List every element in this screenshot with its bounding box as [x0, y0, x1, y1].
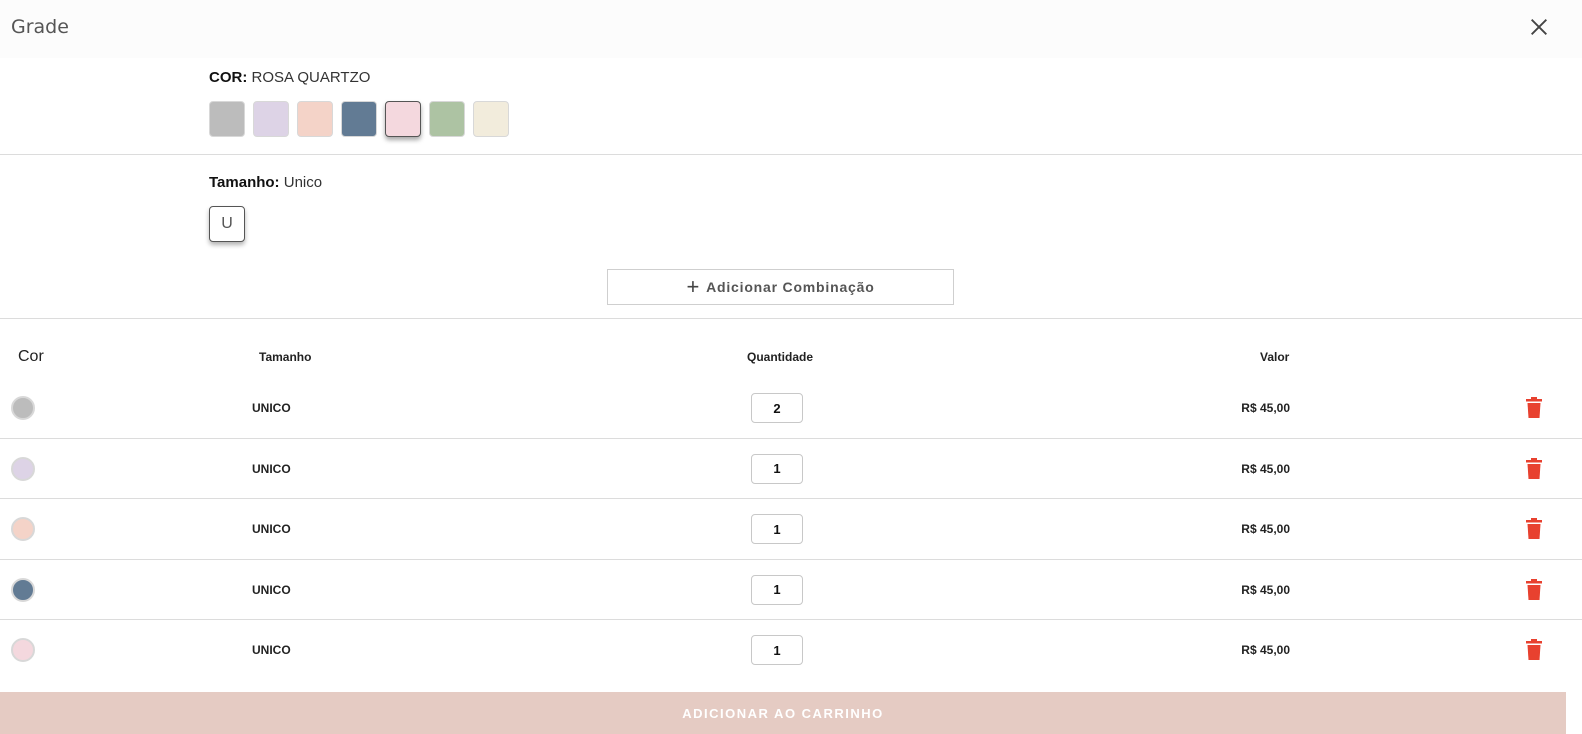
color-swatch[interactable]	[209, 101, 245, 137]
row-size: UNICO	[252, 522, 291, 536]
size-label: Tamanho: Unico	[209, 174, 322, 191]
color-label-value: ROSA QUARTZO	[251, 69, 371, 86]
dialog-title: Grade	[11, 16, 69, 38]
row-price: R$ 45,00	[1241, 522, 1290, 536]
color-dot	[11, 577, 35, 602]
size-section: Tamanho: Unico U + Adicionar Combinação	[0, 155, 1582, 319]
plus-icon: +	[686, 274, 701, 299]
color-swatch[interactable]	[297, 101, 333, 137]
row-price: R$ 45,00	[1241, 643, 1290, 657]
quantity-input[interactable]	[751, 393, 803, 423]
table-row: UNICO R$ 45,00	[0, 560, 1582, 620]
table-header: Cor Tamanho Quantidade Valor	[0, 340, 1582, 376]
column-header-quantidade: Quantidade	[747, 350, 814, 364]
color-dot	[11, 396, 35, 420]
close-icon[interactable]	[1528, 16, 1550, 38]
column-header-tamanho: Tamanho	[259, 350, 312, 364]
row-size: UNICO	[252, 582, 291, 597]
row-price: R$ 45,00	[1241, 582, 1290, 597]
table-row: UNICO R$ 45,00	[0, 499, 1582, 560]
table-row: UNICO R$ 45,00	[0, 620, 1582, 681]
color-swatch[interactable]	[253, 101, 289, 137]
add-combination-label: Adicionar Combinação	[706, 279, 875, 295]
size-label-value: Unico	[283, 174, 323, 191]
trash-icon[interactable]	[1526, 518, 1542, 539]
trash-icon[interactable]	[1526, 457, 1542, 479]
color-dot	[11, 456, 35, 481]
color-label: COR: ROSA QUARTZO	[209, 69, 370, 86]
dialog-header: Grade	[0, 0, 1582, 58]
column-header-valor: Valor	[1260, 350, 1290, 364]
size-label-key: Tamanho:	[209, 174, 280, 191]
quantity-input[interactable]	[751, 574, 803, 605]
color-swatch[interactable]	[385, 101, 421, 137]
color-swatch-list	[209, 101, 517, 137]
row-size: UNICO	[252, 401, 291, 415]
color-swatch[interactable]	[341, 101, 377, 137]
row-price: R$ 45,00	[1241, 401, 1290, 415]
add-to-cart-button[interactable]: ADICIONAR AO CARRINHO	[0, 692, 1566, 734]
color-dot	[11, 638, 35, 662]
combination-table: UNICOR$ 45,00UNICOR$ 45,00UNICOR$ 45,00U…	[0, 378, 1582, 681]
color-label-key: COR:	[209, 69, 248, 86]
column-header-cor: Cor	[18, 348, 44, 365]
trash-icon[interactable]	[1526, 578, 1542, 600]
color-dot	[11, 517, 35, 541]
quantity-input[interactable]	[751, 635, 803, 665]
size-option-u[interactable]: U	[209, 206, 245, 242]
trash-icon[interactable]	[1526, 639, 1542, 660]
row-price: R$ 45,00	[1241, 461, 1290, 476]
quantity-input[interactable]	[751, 514, 803, 544]
table-row: UNICO R$ 45,00	[0, 439, 1582, 499]
table-row: UNICO R$ 45,00	[0, 378, 1582, 439]
row-size: UNICO	[252, 461, 291, 476]
color-swatch[interactable]	[429, 101, 465, 137]
color-swatch[interactable]	[473, 101, 509, 137]
trash-icon[interactable]	[1526, 397, 1542, 418]
row-size: UNICO	[252, 643, 291, 657]
add-combination-button[interactable]: + Adicionar Combinação	[607, 269, 954, 305]
color-section: COR: ROSA QUARTZO	[0, 58, 1582, 155]
quantity-input[interactable]	[751, 453, 803, 484]
